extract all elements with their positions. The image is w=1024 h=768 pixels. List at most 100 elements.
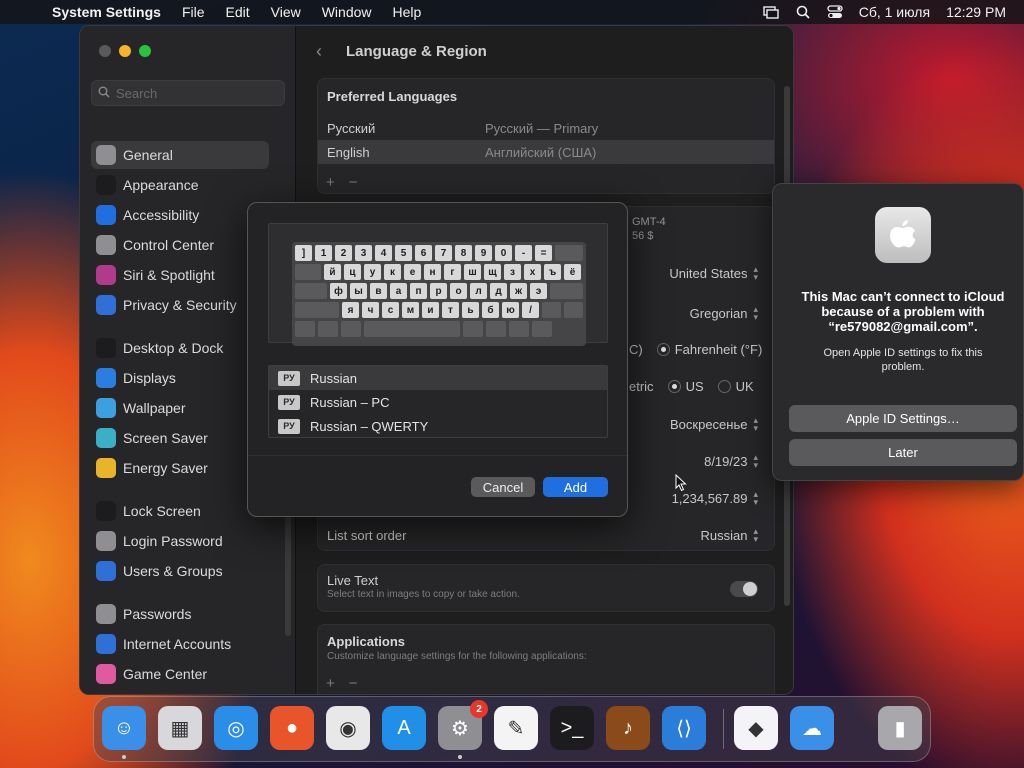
firefox-icon[interactable]: ●	[270, 706, 314, 750]
keyboard-key: ]	[295, 245, 312, 261]
add-language-button[interactable]: +	[326, 174, 335, 191]
live-text-title: Live Text	[327, 573, 379, 588]
fahrenheit-radio[interactable]: Fahrenheit (°F)	[656, 342, 762, 357]
sidebar-item-users-groups[interactable]: Users & Groups	[91, 557, 269, 585]
garageband-icon[interactable]: ♪	[606, 706, 650, 750]
list-sort-order-popup[interactable]: Russian ▴ ▾	[701, 527, 759, 544]
later-button[interactable]: Later	[789, 439, 1017, 466]
live-text-toggle[interactable]	[730, 581, 758, 597]
menu-time[interactable]: 12:29 PM	[946, 4, 1006, 20]
preferred-languages-panel: Preferred Languages Русский Русский — Pr…	[317, 78, 775, 194]
bulb-icon	[96, 458, 116, 478]
menu-window[interactable]: Window	[322, 4, 372, 20]
menu-help[interactable]: Help	[393, 4, 422, 20]
screen-mirroring-icon[interactable]	[763, 5, 779, 19]
menu-date[interactable]: Сб, 1 июля	[859, 4, 930, 20]
keyboard-key: т	[442, 302, 459, 318]
chrome-icon[interactable]: ◉	[326, 706, 370, 750]
sidebar-item-game-center[interactable]: Game Center	[91, 660, 269, 688]
alert-title: This Mac can’t connect to iCloud because…	[801, 289, 1005, 334]
system-settings-icon[interactable]: ⚙ 2	[438, 700, 488, 750]
finder-icon[interactable]: ☺	[102, 706, 146, 750]
key-icon	[96, 604, 116, 624]
keyboard-row: фывапролджэ	[295, 283, 583, 299]
keyboard-key: н	[424, 264, 441, 280]
layout-item-russian[interactable]: РУ Russian	[269, 366, 607, 390]
remove-language-button[interactable]: −	[349, 174, 358, 191]
sidebar-item-siri-spotlight[interactable]: Siri & Spotlight	[91, 261, 269, 289]
zoom-button[interactable]	[139, 45, 151, 57]
sidebar-item-login-password[interactable]: Login Password	[91, 527, 269, 555]
sidebar-item-accessibility[interactable]: Accessibility	[91, 201, 269, 229]
search-field[interactable]: Search	[91, 80, 285, 106]
sidebar-item-privacy-security[interactable]: Privacy & Security	[91, 291, 269, 319]
add-application-button[interactable]: +	[326, 675, 335, 692]
sidebar-scrollbar[interactable]	[285, 496, 291, 636]
keyboard-key-blank	[486, 321, 506, 337]
apple-id-settings-button[interactable]: Apple ID Settings…	[789, 405, 1017, 432]
alert-subtitle: Open Apple ID settings to fix this probl…	[823, 347, 983, 373]
input-source-badge: РУ	[278, 370, 300, 386]
keyboard-row: я ч с м и т ь б ю /	[295, 302, 583, 318]
language-row-english[interactable]: English Английский (США)	[318, 140, 774, 164]
sidebar-item-screen-saver[interactable]: Screen Saver	[91, 424, 269, 452]
running-indicator	[122, 755, 126, 759]
number-format-popup[interactable]: 1,234,567.89 ▴ ▾	[672, 490, 758, 507]
radio-off-icon	[717, 380, 731, 393]
sidebar-item-wallpaper[interactable]: Wallpaper	[91, 394, 269, 422]
close-button[interactable]	[99, 45, 111, 57]
sidebar-item-desktop-dock[interactable]: Desktop & Dock	[91, 334, 269, 362]
remove-application-button[interactable]: −	[349, 675, 358, 692]
trash-icon[interactable]: ▮	[878, 706, 922, 750]
add-button[interactable]: Add	[543, 477, 608, 497]
updown-icon: ▴ ▾	[753, 264, 758, 282]
textedit-icon[interactable]: ✎	[494, 706, 538, 750]
region-popup[interactable]: United States ▴ ▾	[669, 264, 758, 282]
terminal-icon[interactable]: >_	[550, 706, 594, 750]
sidebar-item-lock-screen[interactable]: Lock Screen	[91, 497, 269, 525]
keyboard-key: х	[524, 264, 541, 280]
menu-edit[interactable]: Edit	[226, 4, 250, 20]
menu-app-name[interactable]: System Settings	[52, 4, 161, 20]
control-center-icon[interactable]	[827, 5, 843, 19]
uk-radio[interactable]: UK	[717, 379, 754, 394]
date-format-popup[interactable]: 8/19/23 ▴ ▾	[704, 453, 758, 470]
app-store-icon[interactable]: A	[382, 706, 426, 750]
keyboard-key: ж	[510, 283, 527, 299]
sidebar-item-energy-saver[interactable]: Energy Saver	[91, 454, 269, 482]
vscode-icon[interactable]: ⟨⟩	[662, 706, 706, 750]
weather-icon[interactable]: ☁	[790, 706, 834, 750]
sidebar-item-control-center[interactable]: Control Center	[91, 231, 269, 259]
sidebar-item-displays[interactable]: Displays	[91, 364, 269, 392]
layout-item-russian-qwerty[interactable]: РУ Russian – QWERTY	[269, 414, 607, 438]
layout-item-russian-pc[interactable]: РУ Russian – PC	[269, 390, 607, 414]
first-day-popup[interactable]: Воскресенье ▴ ▾	[670, 415, 758, 433]
calendar-popup[interactable]: Gregorian ▴ ▾	[690, 305, 758, 322]
applications-panel: Applications Customize language settings…	[317, 624, 775, 694]
sidebar-item-appearance[interactable]: Appearance	[91, 171, 269, 199]
control-center-icon	[96, 235, 116, 255]
keyboard-key: р	[430, 283, 447, 299]
keyboard-key: ё	[564, 264, 581, 280]
minimize-button[interactable]	[119, 45, 131, 57]
search-icon	[98, 86, 110, 101]
menu-view[interactable]: View	[271, 4, 301, 20]
cancel-button[interactable]: Cancel	[471, 477, 535, 497]
menu-file[interactable]: File	[182, 4, 205, 20]
launchpad-icon[interactable]: ▦	[158, 706, 202, 750]
keyboard-key: о	[450, 283, 467, 299]
language-row-russian[interactable]: Русский Русский — Primary	[318, 117, 774, 139]
us-radio[interactable]: US	[667, 379, 704, 394]
appearance-icon	[96, 175, 116, 195]
back-chevron-icon[interactable]: ‹	[316, 41, 336, 62]
keyboard-key: в	[370, 283, 387, 299]
timezone-text: GMT-4	[632, 216, 666, 228]
safari-icon[interactable]: ◎	[214, 706, 258, 750]
spotlight-search-icon[interactable]	[795, 5, 811, 19]
keyboard-key-blank	[295, 302, 339, 318]
updown-icon: ▴ ▾	[753, 415, 758, 433]
sidebar-item-general[interactable]: General	[91, 141, 269, 169]
sidebar-item-internet-accounts[interactable]: Internet Accounts	[91, 630, 269, 658]
sidebar-item-passwords[interactable]: Passwords	[91, 600, 269, 628]
visual-studio-icon[interactable]: ◆	[734, 706, 778, 750]
